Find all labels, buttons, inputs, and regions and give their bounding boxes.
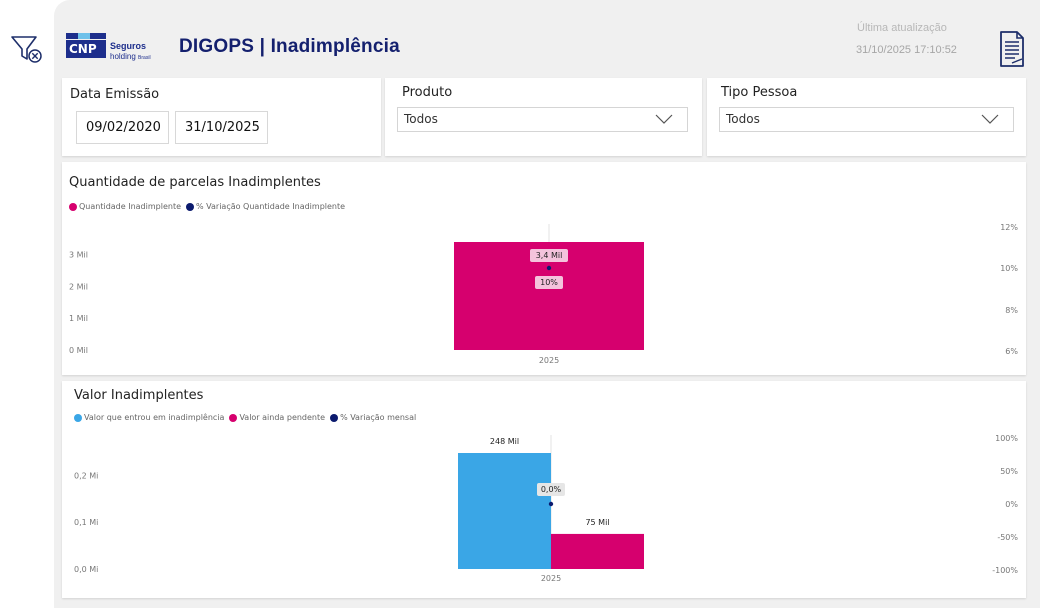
y-left-tick-label: 0,2 Mi [74, 471, 98, 480]
cnp-seguros-logo: CNP Seguros holding Brasil [66, 28, 170, 72]
y-left-tick-label: 2 Mil [69, 282, 88, 291]
line-data-label: 0,0% [541, 485, 562, 494]
y-left-tick-label: 3 Mil [69, 251, 88, 260]
y-right-tick-label: -50% [997, 533, 1018, 542]
y-right-tick-label: 50% [1000, 467, 1018, 476]
produto-dropdown[interactable]: Todos [397, 107, 688, 132]
line-point [548, 501, 554, 507]
valor-chart-card: Valor Inadimplentes Valor que entrou em … [62, 381, 1026, 598]
produto-filter-card: Produto Todos [385, 78, 702, 156]
bar-0 [458, 453, 551, 569]
bar-1 [551, 533, 644, 569]
quantidade-chart-card: Quantidade de parcelas Inadimplentes Qua… [62, 162, 1026, 375]
logo-seguros-text: Seguros [110, 41, 147, 51]
data-label: 75 Mil [585, 518, 609, 527]
report-canvas: CNP Seguros holding Brasil DIGOPS | Inad… [54, 0, 1040, 608]
chevron-down-icon [981, 114, 999, 124]
logo-holding-word: holding [110, 52, 136, 61]
y-right-tick-label: 10% [1000, 264, 1018, 273]
y-right-tick-label: 8% [1005, 306, 1018, 315]
page-title: DIGOPS | Inadimplência [179, 36, 400, 57]
y-right-tick-label: 0% [1005, 500, 1018, 509]
produto-selected: Todos [404, 112, 438, 126]
chevron-down-icon [655, 114, 673, 124]
side-rail [0, 0, 54, 608]
date-filter-title: Data Emissão [70, 87, 160, 102]
y-right-tick-label: 100% [995, 434, 1018, 443]
tipo-pessoa-filter-title: Tipo Pessoa [721, 85, 798, 100]
logo-holding-text: holding Brasil [110, 52, 151, 61]
date-end-input[interactable]: 31/10/2025 [175, 111, 268, 144]
y-left-tick-label: 0,0 Mi [74, 565, 98, 574]
tipo-pessoa-filter-card: Tipo Pessoa Todos [707, 78, 1026, 156]
chart-valor: 0,0 Mi 0,1 Mi 0,2 Mi -100% -50% 0% 50% 100% 248 … [74, 434, 1018, 583]
chart-quantidade: 0 Mil 1 Mil 2 Mil 3 Mil 6% 8% 10% 12% 3,4 Mil 10%… [69, 223, 1018, 365]
y-left-tick-label: 1 Mil [69, 314, 88, 323]
y-right-tick-label: 12% [1000, 223, 1018, 232]
data-label: 3,4 Mil [536, 251, 563, 260]
y-left-tick-label: 0,1 Mi [74, 518, 98, 527]
filter-clear-icon[interactable] [10, 34, 44, 64]
report-document-icon[interactable] [998, 30, 1026, 68]
tipo-pessoa-selected: Todos [726, 112, 760, 126]
logo-brand: CNP [66, 40, 106, 58]
x-tick-label: 2025 [541, 574, 561, 583]
date-filter-card: Data Emissão 09/02/2020 31/10/2025 [62, 78, 381, 156]
y-left-tick-label: 0 Mil [69, 346, 88, 355]
y-right-tick-label: -100% [992, 566, 1018, 575]
line-data-label: 10% [540, 278, 558, 287]
x-tick-label: 2025 [539, 356, 559, 365]
data-label: 248 Mil [490, 437, 519, 446]
tipo-pessoa-dropdown[interactable]: Todos [719, 107, 1014, 132]
produto-filter-title: Produto [402, 85, 453, 100]
logo-brasil-word: Brasil [138, 55, 151, 61]
y-right-tick-label: 6% [1005, 347, 1018, 356]
last-update-label: Última atualização [857, 22, 947, 34]
logo-bar-accent [78, 33, 90, 39]
line-point [546, 265, 552, 271]
last-update-value: 31/10/2025 17:10:52 [856, 44, 957, 56]
date-start-input[interactable]: 09/02/2020 [76, 111, 169, 144]
report-header: CNP Seguros holding Brasil DIGOPS | Inad… [54, 0, 1040, 76]
